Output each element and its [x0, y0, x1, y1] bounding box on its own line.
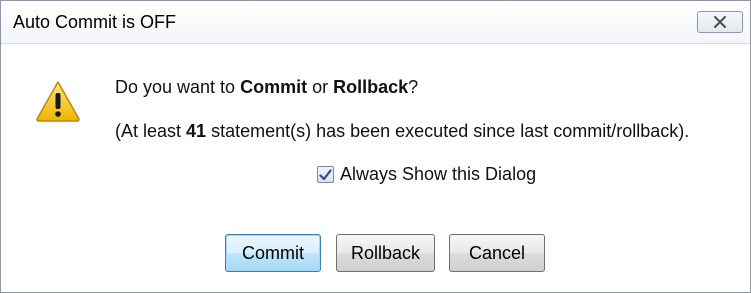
dialog-title: Auto Commit is OFF	[13, 12, 177, 32]
rollback-button[interactable]: Rollback	[336, 234, 435, 272]
auto-commit-dialog: Auto Commit is OFF Do you want to Commit…	[0, 0, 751, 293]
question-text: Do you want to Commit or Rollback?	[115, 77, 418, 98]
close-icon	[714, 16, 726, 28]
info-suffix: statement(s) has been executed since las…	[206, 121, 690, 141]
commit-button[interactable]: Commit	[225, 234, 321, 272]
statement-count: 41	[186, 121, 207, 141]
always-show-checkbox[interactable]	[317, 166, 334, 183]
always-show-label[interactable]: Always Show this Dialog	[340, 164, 536, 185]
question-suffix: ?	[408, 77, 419, 97]
question-prefix: Do you want to	[115, 77, 241, 97]
info-text: (At least 41 statement(s) has been execu…	[115, 121, 689, 142]
title-bar: Auto Commit is OFF	[1, 1, 750, 44]
cancel-button[interactable]: Cancel	[449, 234, 545, 272]
dialog-body: Do you want to Commit or Rollback? (At l…	[1, 44, 750, 292]
info-prefix: (At least	[115, 121, 187, 141]
question-or: or	[307, 77, 334, 97]
checkmark-icon	[319, 168, 332, 180]
question-commit: Commit	[240, 77, 308, 97]
question-rollback: Rollback	[333, 77, 409, 97]
close-button[interactable]	[697, 11, 743, 33]
warning-icon	[36, 81, 80, 122]
always-show-row[interactable]: Always Show this Dialog	[317, 164, 536, 185]
